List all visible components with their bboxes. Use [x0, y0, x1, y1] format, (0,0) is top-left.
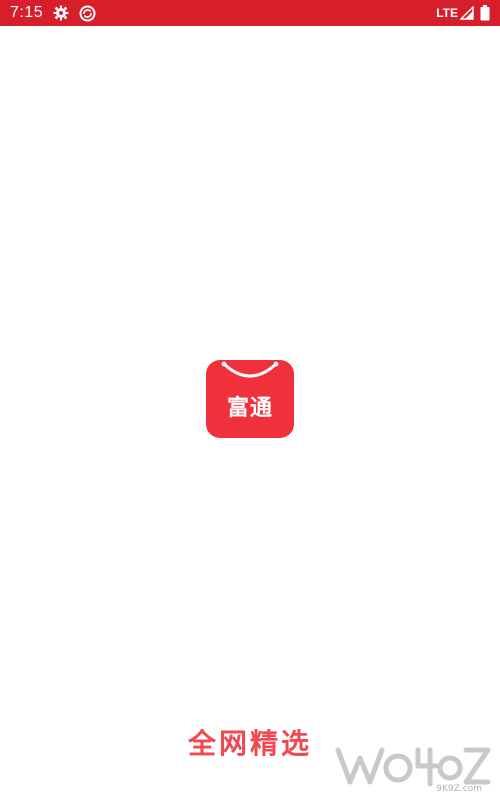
- bag-handle-icon: [221, 361, 279, 378]
- battery-icon: [480, 5, 490, 21]
- network-type-label: LTE: [436, 6, 458, 20]
- sync-icon: [79, 5, 96, 22]
- status-bar: 7:15 LTE: [0, 0, 500, 26]
- gear-icon: [53, 5, 69, 21]
- status-time: 7:15: [10, 4, 44, 21]
- watermark-text: 9K9Z.com: [436, 784, 482, 792]
- app-logo: 富通: [206, 360, 294, 438]
- watermark-logo: 9K9Z.com: [335, 747, 491, 792]
- status-bar-left: 7:15: [10, 4, 96, 22]
- signal-icon: [460, 6, 474, 20]
- status-bar-right: LTE: [436, 5, 490, 21]
- app-name: 富通: [226, 396, 273, 421]
